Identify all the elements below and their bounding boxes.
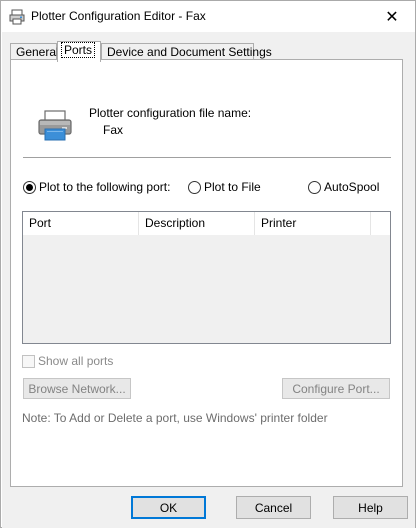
radio-button[interactable] (308, 180, 321, 194)
checkbox-box[interactable] (22, 354, 35, 368)
ports-tab-panel: Plotter configuration file name: Fax Plo… (10, 59, 403, 487)
help-button[interactable]: Help (333, 496, 408, 519)
radio-plot-to-port[interactable]: Plot to the following port: (23, 180, 170, 194)
config-file-value: Fax (103, 123, 124, 137)
radio-autospool[interactable]: AutoSpool (308, 180, 379, 194)
radio-plot-to-port-label: Plot to the following port: (39, 180, 171, 194)
cancel-button[interactable]: Cancel (236, 496, 311, 519)
title-bar: Plotter Configuration Editor - Fax ✕ (1, 1, 415, 32)
ports-list-header: Port Description Printer (23, 212, 390, 235)
printer-icon (38, 110, 72, 141)
radio-plot-to-file-label: Plot to File (204, 180, 261, 194)
config-file-label: Plotter configuration file name: (89, 106, 252, 120)
tab-ports[interactable]: Ports (57, 41, 101, 62)
ports-list[interactable]: Port Description Printer (22, 211, 391, 344)
show-all-ports-label: Show all ports (38, 354, 114, 368)
ok-button[interactable]: OK (131, 496, 206, 519)
dialog-window: Plotter Configuration Editor - Fax ✕ Gen… (0, 0, 416, 528)
column-header-description[interactable]: Description (139, 212, 255, 235)
browse-network-button[interactable]: Browse Network... (23, 378, 131, 399)
configure-port-button[interactable]: Configure Port... (282, 378, 390, 399)
separator (23, 157, 391, 158)
column-header-port[interactable]: Port (23, 212, 139, 235)
plotter-app-icon (9, 9, 25, 25)
window-title: Plotter Configuration Editor - Fax (31, 9, 206, 23)
dialog-client-area: General Ports Device and Document Settin… (2, 32, 415, 528)
column-header-printer[interactable]: Printer (255, 212, 371, 235)
close-button[interactable]: ✕ (369, 1, 415, 32)
ports-note: Note: To Add or Delete a port, use Windo… (22, 411, 328, 425)
radio-plot-to-file[interactable]: Plot to File (188, 180, 261, 194)
show-all-ports-checkbox[interactable]: Show all ports (22, 354, 113, 368)
close-icon: ✕ (385, 8, 399, 26)
radio-button-checked[interactable] (23, 180, 36, 194)
radio-button[interactable] (188, 180, 201, 194)
radio-autospool-label: AutoSpool (324, 180, 380, 194)
